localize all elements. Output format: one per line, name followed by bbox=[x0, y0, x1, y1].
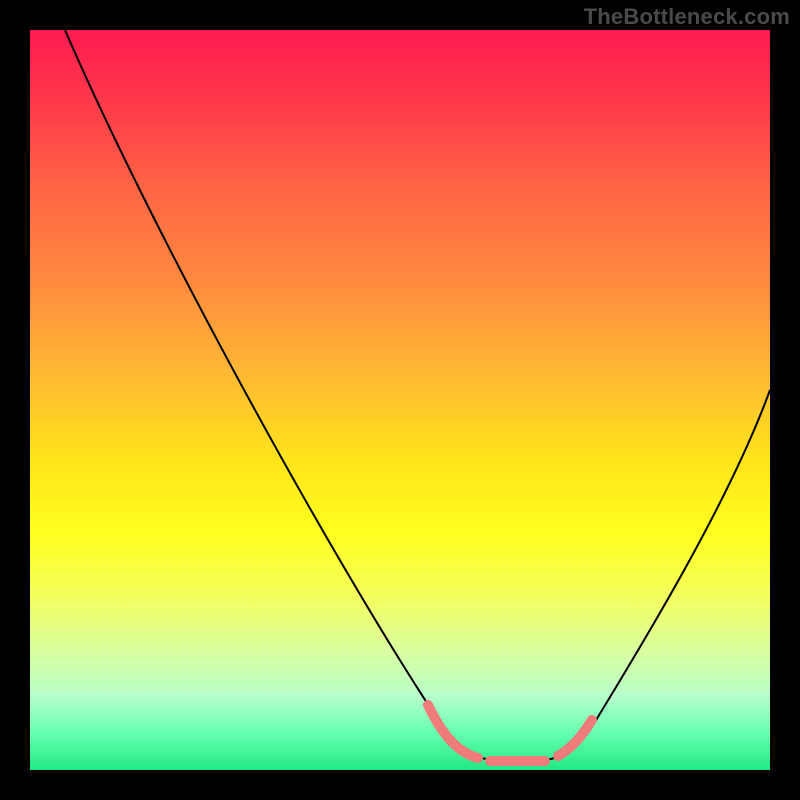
plot-area bbox=[30, 30, 770, 770]
curve-layer bbox=[30, 30, 770, 770]
highlight-right-segment bbox=[558, 720, 592, 756]
chart-frame: TheBottleneck.com bbox=[0, 0, 800, 800]
highlight-left-segment bbox=[428, 705, 478, 758]
watermark-text: TheBottleneck.com bbox=[584, 4, 790, 30]
bottleneck-curve bbox=[65, 30, 770, 760]
